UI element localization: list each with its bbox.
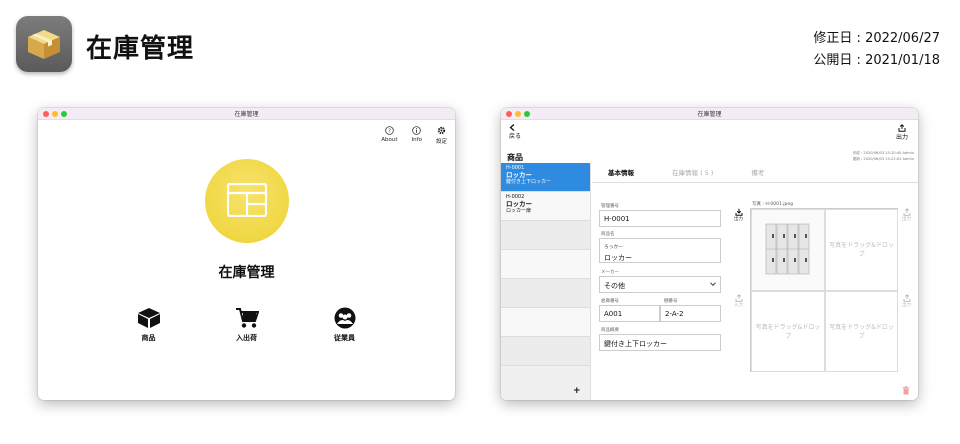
info-label: Info [411, 137, 422, 143]
about-button[interactable]: ? About [381, 126, 398, 145]
trash-icon[interactable] [902, 386, 910, 395]
tab-stock-info[interactable]: 在庫情報 ( 5 ) [672, 163, 713, 182]
product-name-field[interactable]: ろっかー ロッカー [599, 238, 721, 263]
locker-photo [765, 223, 810, 275]
employees-button[interactable]: 従業員 [318, 307, 372, 343]
back-button[interactable]: 戻る [509, 124, 521, 140]
gear-icon [437, 126, 446, 135]
download-icon [735, 208, 742, 216]
empty-row [501, 250, 590, 279]
date-info: 修正日 : 2022/06/27 公開日 : 2021/01/18 [813, 28, 940, 72]
shelf-number-label: 棚番号 [664, 299, 678, 304]
product-summary-label: 商品概要 [601, 328, 619, 333]
item-desc: ロッカー扉 [506, 208, 532, 214]
products-label: 商品 [141, 334, 156, 342]
export-button[interactable]: 出力 [896, 124, 908, 141]
list-item[interactable]: H-0001 ロッカー 鍵付き上下ロッカー [501, 163, 590, 192]
add-item-button[interactable]: + [573, 386, 581, 396]
maker-select[interactable]: その他 [599, 276, 721, 293]
photo-filename: 写真 : H-0001.jpeg [752, 202, 793, 207]
upload-icon [735, 294, 742, 302]
published-date: 公開日 : 2021/01/18 [813, 53, 940, 68]
list-item[interactable]: H-0002 ロッカー ロッカー扉 [501, 192, 590, 221]
product-name-value: ロッカー [604, 254, 632, 262]
product-detail-window: 在庫管理 戻る 出力 作成 : 2020/06/03 15:20:40 Admi… [501, 108, 918, 400]
maker-label: メーカー [601, 270, 619, 275]
settings-button[interactable]: 設定 [436, 126, 447, 145]
list-title: 商品 [507, 153, 523, 162]
svg-text:?: ? [388, 129, 391, 135]
modified-date: 修正日 : 2022/06/27 [813, 31, 940, 46]
app-logo-circle [205, 159, 289, 243]
photo-drop-zone[interactable]: 写真をドラッグ&ドロップ [751, 291, 825, 372]
empty-row [501, 337, 590, 366]
warehouse-number-label: 倉庫番号 [601, 299, 619, 304]
item-name: ロッカー [506, 171, 532, 179]
updated-meta: 更新 : 2020/06/03 15:22:02 Admin [852, 157, 914, 161]
share-icon [898, 124, 906, 132]
upload-icon [903, 208, 910, 216]
question-circle-icon: ? [385, 126, 394, 135]
cardboard-box-icon [28, 30, 60, 59]
employees-label: 従業員 [334, 334, 355, 342]
box-icon [137, 308, 160, 328]
home-title: 在庫管理 [218, 265, 275, 281]
record-meta: 作成 : 2020/06/03 15:20:40 Admin 更新 : 2020… [853, 150, 914, 162]
photo-input-label: 入力 [734, 303, 743, 308]
empty-row [501, 279, 590, 308]
cart-icon [235, 308, 259, 328]
app-title: 在庫管理 [86, 34, 195, 64]
empty-row [501, 308, 590, 337]
shipping-label: 入出荷 [236, 334, 257, 342]
product-name-kana: ろっかー [604, 245, 624, 250]
product-summary-field[interactable]: 鍵付き上下ロッカー [599, 334, 721, 351]
product-list: H-0001 ロッカー 鍵付き上下ロッカー H-0002 ロッカー ロッカー扉 … [501, 163, 591, 400]
photo-output-label: 出力 [734, 217, 743, 222]
item-name: ロッカー [506, 200, 532, 208]
shipping-button[interactable]: 入出荷 [220, 307, 274, 343]
about-label: About [381, 137, 398, 143]
back-label: 戻る [509, 133, 522, 140]
chevron-down-icon [710, 282, 716, 287]
tab-basic-info[interactable]: 基本情報 [608, 163, 634, 182]
window-titlebar: 在庫管理 [501, 108, 918, 120]
photo-output-dim-label: 出力 [902, 217, 911, 222]
promo-page: 在庫管理 修正日 : 2022/06/27 公開日 : 2021/01/18 在… [0, 0, 960, 444]
toolbar: ? About Info 設定 [381, 126, 447, 145]
products-button[interactable]: 商品 [122, 307, 176, 343]
maker-value: その他 [604, 282, 625, 290]
mgmt-number-label: 管理番号 [601, 204, 619, 209]
window-title: 在庫管理 [697, 111, 722, 118]
window-title: 在庫管理 [234, 111, 259, 118]
upload-icon [903, 294, 910, 302]
info-circle-icon [412, 126, 422, 135]
home-nav: 商品 入出荷 従業員 [38, 307, 455, 343]
info-button[interactable]: Info [412, 126, 422, 145]
settings-label: 設定 [435, 139, 447, 145]
app-icon [16, 16, 72, 72]
photo-drop-zone[interactable]: 写真をドラッグ&ドロップ [825, 291, 898, 372]
detail-tabs: 基本情報 在庫情報 ( 5 ) 備考 [592, 163, 918, 183]
product-name-label: 商品名 [601, 232, 615, 237]
home-window: 在庫管理 ? About Info 設定 在庫管理 商品 入出荷 従業員 [38, 108, 455, 400]
photo-drop-zone[interactable]: 写真をドラッグ&ドロップ [825, 209, 898, 291]
item-desc: 鍵付き上下ロッカー [506, 179, 552, 185]
shelf-number-field[interactable]: 2-A-2 [660, 305, 721, 322]
warehouse-number-field[interactable]: A001 [599, 305, 660, 322]
photo-output-dim-button[interactable]: 出力 [902, 208, 911, 222]
photo-output-dim-label-2: 出力 [902, 303, 911, 308]
people-icon [334, 307, 355, 329]
export-label: 出力 [895, 134, 908, 141]
chevron-left-icon [509, 124, 515, 131]
photo-cell-filled[interactable] [751, 209, 825, 291]
photo-input-button[interactable]: 入力 [734, 294, 743, 308]
tab-notes[interactable]: 備考 [751, 163, 764, 182]
empty-row [501, 221, 590, 250]
mgmt-number-field[interactable]: H-0001 [599, 210, 721, 227]
photo-output-dim-button-2[interactable]: 出力 [902, 294, 911, 308]
photo-output-button[interactable]: 出力 [734, 208, 743, 222]
photo-grid: 写真をドラッグ&ドロップ 写真をドラッグ&ドロップ 写真をドラッグ&ドロップ [750, 208, 898, 372]
layout-panel-icon [227, 183, 267, 217]
window-titlebar: 在庫管理 [38, 108, 455, 120]
